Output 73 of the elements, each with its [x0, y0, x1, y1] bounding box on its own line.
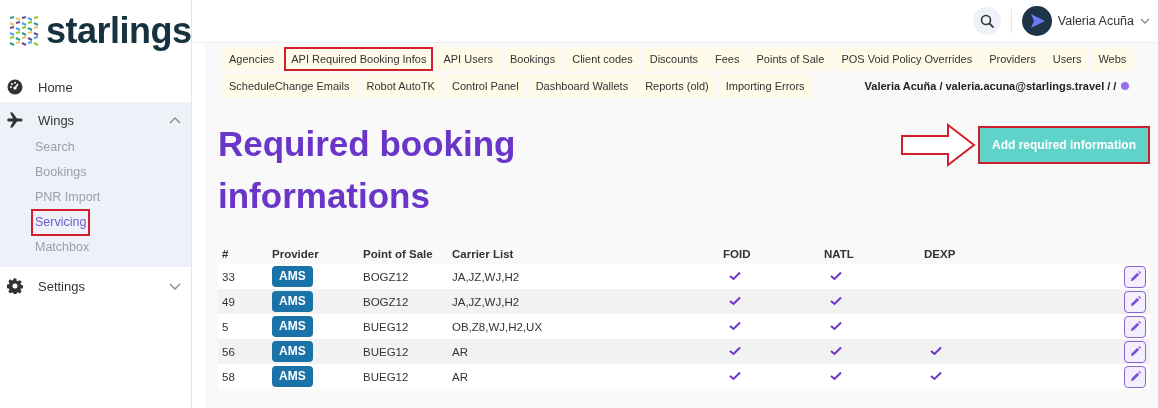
nav-subitem[interactable]: Servicing [32, 210, 90, 235]
table-cell: BUEG12 [359, 339, 448, 364]
tab[interactable]: Robot AutoTK [359, 74, 442, 98]
tab[interactable]: POS Void Policy Overrides [834, 47, 980, 71]
edit-button[interactable] [1124, 315, 1146, 338]
pencil-icon [1128, 270, 1142, 283]
edit-button[interactable] [1124, 340, 1146, 363]
tab[interactable]: Control Panel [444, 74, 526, 98]
tab[interactable]: Providers [982, 47, 1043, 71]
table-cell: 49 [218, 289, 268, 314]
tab[interactable]: Webs [1091, 47, 1134, 71]
tab[interactable]: Users [1045, 47, 1089, 71]
table-cell: AR [448, 364, 719, 389]
chevron-up-icon[interactable] [169, 115, 181, 125]
nav-item[interactable]: Home [38, 79, 181, 95]
column-header: NATL [820, 244, 920, 264]
edit-button[interactable] [1124, 290, 1146, 313]
chevron-down-icon[interactable] [1140, 17, 1150, 25]
gauge-icon [7, 79, 23, 95]
chevron-down-icon[interactable] [169, 281, 181, 291]
table-cell: 56 [218, 339, 268, 364]
table-cell: AR [448, 339, 719, 364]
provider-badge: AMS [272, 341, 313, 362]
table-cell: OB,Z8,WJ,H2,UX [448, 314, 719, 339]
table-cell: BUEG12 [359, 314, 448, 339]
pencil-icon [1128, 295, 1142, 308]
nav-item[interactable]: Wings [38, 112, 154, 128]
tab[interactable]: Client codes [565, 47, 640, 71]
column-header: DEXP [920, 244, 1051, 264]
table-cell: 33 [218, 264, 268, 289]
table-cell: JA,JZ,WJ,H2 [448, 264, 719, 289]
table-cell: JA,JZ,WJ,H2 [448, 289, 719, 314]
search-icon [979, 14, 994, 28]
tab[interactable]: Points of Sale [749, 47, 832, 71]
column-header: FOID [719, 244, 820, 264]
page-title: Required booking informations [218, 123, 517, 217]
user-name[interactable]: Valeria Acuña [1057, 14, 1134, 28]
pencil-icon [1128, 320, 1142, 333]
edit-button[interactable] [1124, 265, 1146, 288]
provider-badge: AMS [272, 366, 313, 387]
table-cell: BOGZ12 [359, 264, 448, 289]
tab[interactable]: ScheduleChange Emails [222, 74, 357, 98]
provider-badge: AMS [272, 266, 313, 287]
tab[interactable]: Bookings [502, 47, 563, 71]
table-cell: 5 [218, 314, 268, 339]
brand-name: starlings [46, 13, 192, 49]
tab[interactable]: Reports (old) [638, 74, 716, 98]
provider-badge: AMS [272, 316, 313, 337]
search-button[interactable] [972, 7, 1001, 35]
pencil-icon [1128, 345, 1142, 358]
nav-item[interactable]: Settings [38, 278, 154, 294]
tab[interactable]: API Users [436, 47, 500, 71]
airplane-icon [7, 112, 23, 128]
tab[interactable]: Fees [708, 47, 747, 71]
table-cell: BOGZ12 [359, 289, 448, 314]
logo-icon [8, 15, 40, 47]
edit-button[interactable] [1124, 365, 1146, 388]
tab[interactable]: Dashboard Wallets [528, 74, 636, 98]
pencil-icon [1128, 370, 1142, 383]
column-header: Point of Sale [359, 244, 448, 264]
settings-icon [7, 278, 23, 294]
avatar-icon[interactable] [1021, 6, 1052, 36]
table-cell: BUEG12 [359, 364, 448, 389]
column-header: Carrier List [448, 244, 719, 264]
tab[interactable]: Agencies [222, 47, 282, 71]
tab[interactable]: API Required Booking Infos [284, 47, 434, 71]
provider-badge: AMS [272, 291, 313, 312]
session-info: Valeria Acuña / valeria.acuna@starlings.travel / / [864, 80, 1117, 92]
tab[interactable]: Importing Errors [718, 74, 812, 98]
table-cell: 58 [218, 364, 268, 389]
column-header: Provider [268, 244, 359, 264]
column-header: # [218, 244, 268, 264]
tab[interactable]: Discounts [642, 47, 706, 71]
